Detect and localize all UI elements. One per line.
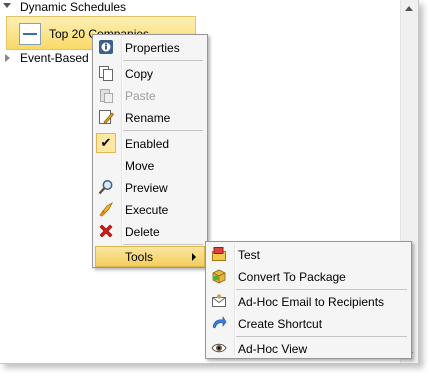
copy-icon	[98, 65, 114, 81]
menu-item-label: Copy	[125, 67, 154, 81]
menu-item-label: Preview	[125, 181, 168, 195]
menu-item-label: Create Shortcut	[238, 317, 323, 331]
menu-item-label: Move	[125, 159, 155, 173]
scroll-up-icon[interactable]	[405, 6, 413, 11]
menu-item-ad-hoc-email[interactable]: Ad-Hoc Email to Recipients	[208, 291, 409, 312]
menu-item-label: Delete	[125, 225, 160, 239]
menu-item-label: Paste	[125, 89, 156, 103]
menu-item-copy[interactable]: Copy	[95, 63, 205, 84]
properties-icon	[98, 39, 114, 55]
menu-item-label: Tools	[125, 250, 154, 264]
menu-item-label: Rename	[125, 111, 171, 125]
context-menu: Properties Copy Paste Rename ✔ Enabled M…	[92, 34, 208, 268]
menu-item-tools[interactable]: Tools	[95, 246, 205, 267]
schedule-document-icon	[19, 23, 41, 45]
menu-item-preview[interactable]: Preview	[95, 177, 205, 198]
menu-item-create-shortcut[interactable]: Create Shortcut	[208, 313, 409, 334]
checkmark-icon: ✔	[96, 133, 116, 153]
menu-separator	[236, 336, 407, 337]
delete-icon	[98, 223, 114, 239]
menu-item-rename[interactable]: Rename	[95, 107, 205, 128]
menu-item-convert-to-package[interactable]: Convert To Package	[208, 266, 409, 287]
menu-item-label: Enabled	[125, 137, 170, 151]
menu-item-properties[interactable]: Properties	[95, 37, 205, 58]
submenu-arrow-icon	[192, 253, 196, 261]
tree-item-event-based[interactable]: Event-Based S	[20, 51, 100, 65]
menu-item-ad-hoc-view[interactable]: Ad-Hoc View	[208, 338, 409, 359]
menu-separator	[236, 289, 407, 290]
test-icon	[211, 246, 227, 262]
menu-item-move[interactable]: Move	[95, 155, 205, 176]
collapse-arrow-icon[interactable]	[3, 3, 11, 8]
paste-icon	[98, 87, 114, 103]
execute-icon	[98, 201, 114, 217]
menu-item-delete[interactable]: Delete	[95, 221, 205, 242]
shortcut-icon	[211, 315, 227, 331]
magnifier-icon	[98, 179, 114, 195]
menu-item-paste[interactable]: Paste	[95, 85, 205, 106]
menu-item-label: Ad-Hoc Email to Recipients	[238, 295, 385, 309]
menu-item-label: Ad-Hoc View	[238, 342, 308, 356]
menu-separator	[123, 60, 203, 61]
menu-item-label: Properties	[125, 41, 180, 55]
menu-separator	[123, 244, 203, 245]
menu-separator	[123, 130, 203, 131]
menu-item-test[interactable]: Test	[208, 244, 409, 265]
menu-item-label: Test	[238, 248, 261, 262]
tools-submenu: Test Convert To Package Ad-Hoc Email to …	[205, 241, 412, 359]
menu-item-label: Convert To Package	[238, 270, 346, 284]
menu-item-enabled[interactable]: ✔ Enabled	[95, 133, 205, 154]
email-icon	[211, 293, 227, 309]
rename-icon	[98, 109, 114, 125]
menu-item-execute[interactable]: Execute	[95, 199, 205, 220]
expand-arrow-icon[interactable]	[5, 54, 10, 62]
tree-item-dynamic-schedules[interactable]: Dynamic Schedules	[20, 0, 126, 14]
package-icon	[211, 268, 227, 284]
eye-icon	[211, 340, 227, 356]
menu-item-label: Execute	[125, 203, 169, 217]
